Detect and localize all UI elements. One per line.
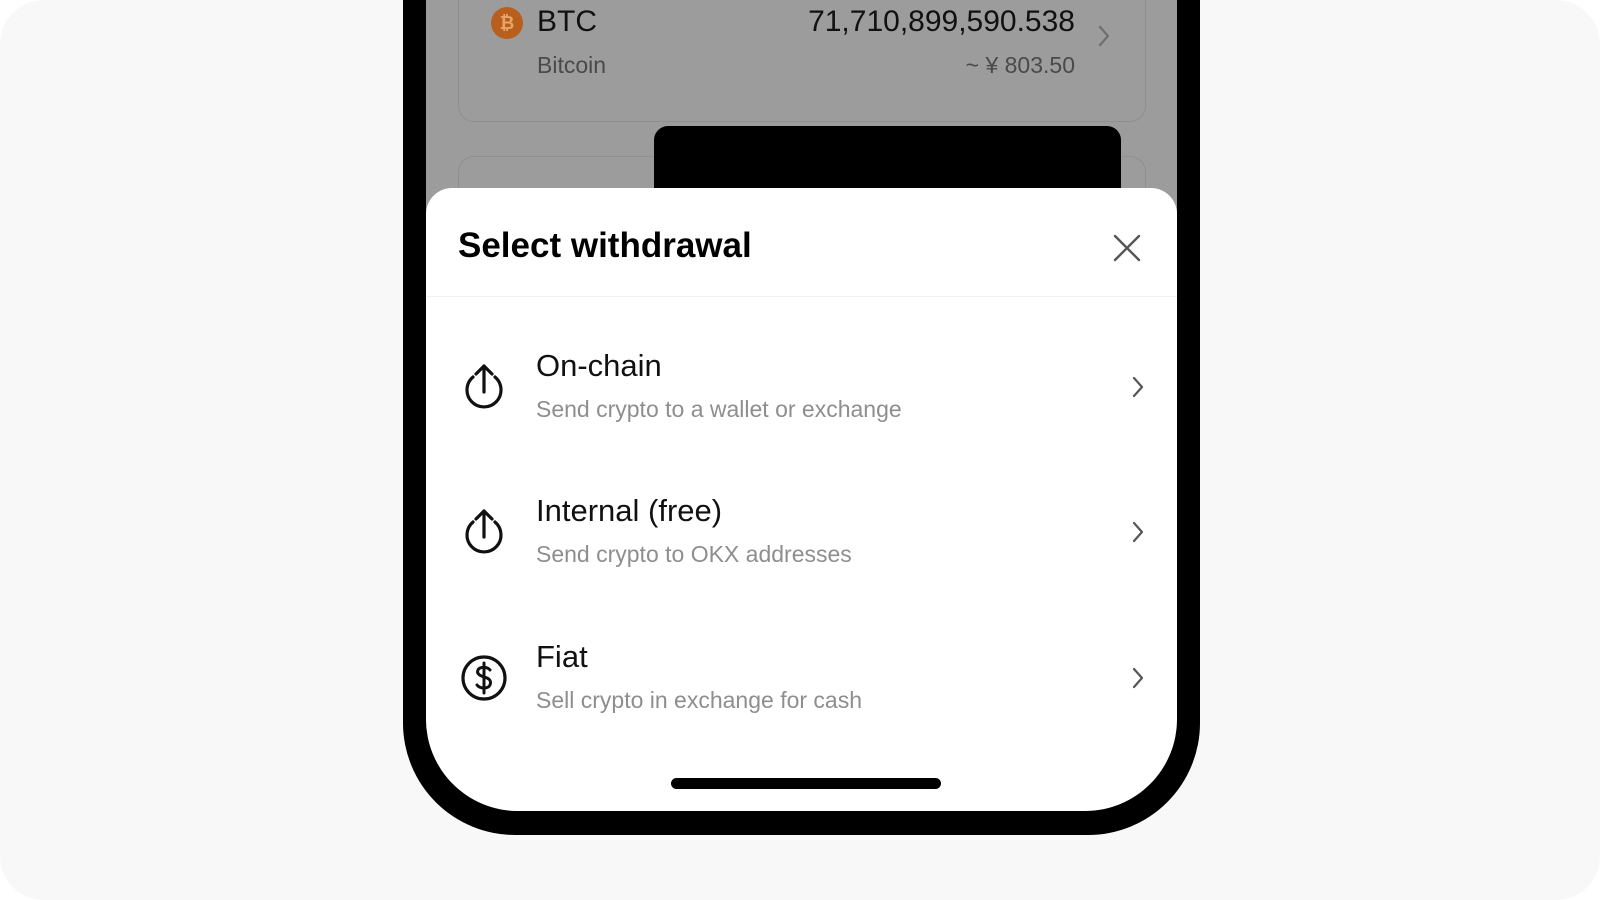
canvas: ₿ BTC Bitcoin 71,710,899,590.538 ~ ¥ 803… xyxy=(0,0,1600,900)
option-internal[interactable]: Internal (free) Send crypto to OKX addre… xyxy=(426,485,1177,605)
asset-card[interactable]: ₿ BTC Bitcoin 71,710,899,590.538 ~ ¥ 803… xyxy=(458,0,1146,122)
option-subtitle: Sell crypto in exchange for cash xyxy=(536,687,863,713)
withdrawal-sheet: Select withdrawal On-chain Send crypto t… xyxy=(426,188,1177,811)
option-subtitle: Send crypto to a wallet or exchange xyxy=(536,396,902,422)
home-indicator[interactable] xyxy=(671,778,941,789)
asset-name: Bitcoin xyxy=(537,52,607,78)
upload-circle-icon xyxy=(465,364,503,409)
option-title: Internal (free) xyxy=(536,493,723,528)
asset-amount: 71,710,899,590.538 xyxy=(808,5,1075,38)
option-fiat[interactable]: Fiat Sell crypto in exchange for cash xyxy=(426,631,1177,751)
chevron-right-icon xyxy=(1132,376,1144,398)
close-icon[interactable] xyxy=(1107,228,1147,268)
sheet-title: Select withdrawal xyxy=(458,226,752,265)
chevron-right-icon xyxy=(1132,521,1144,543)
chevron-right-icon xyxy=(1098,25,1110,47)
sheet-header: Select withdrawal xyxy=(426,188,1177,297)
dollar-circle-icon xyxy=(461,655,507,701)
option-title: Fiat xyxy=(536,639,588,674)
bitcoin-icon: ₿ xyxy=(491,7,523,39)
option-title: On-chain xyxy=(536,348,662,383)
asset-fiat-value: ~ ¥ 803.50 xyxy=(965,52,1075,78)
phone-screen: ₿ BTC Bitcoin 71,710,899,590.538 ~ ¥ 803… xyxy=(426,0,1177,811)
upload-circle-icon xyxy=(465,509,503,554)
option-on-chain[interactable]: On-chain Send crypto to a wallet or exch… xyxy=(426,340,1177,460)
phone-frame: ₿ BTC Bitcoin 71,710,899,590.538 ~ ¥ 803… xyxy=(403,0,1200,835)
option-subtitle: Send crypto to OKX addresses xyxy=(536,541,852,567)
asset-symbol: BTC xyxy=(537,5,597,38)
chevron-right-icon xyxy=(1132,667,1144,689)
